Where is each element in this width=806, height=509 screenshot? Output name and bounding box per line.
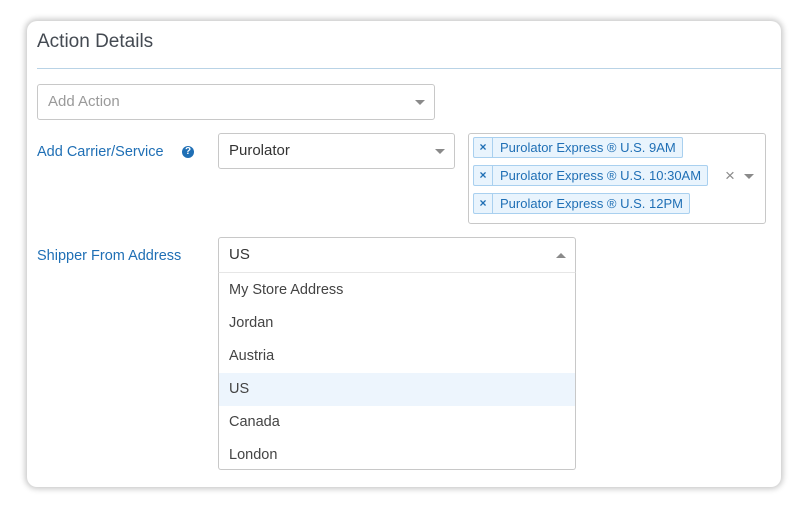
carrier-select[interactable]: Purolator bbox=[218, 133, 455, 169]
service-tag-label: Purolator Express ® U.S. 10:30AM bbox=[500, 168, 702, 183]
dropdown-option[interactable]: London bbox=[219, 439, 575, 472]
dropdown-option[interactable]: Canada bbox=[219, 406, 575, 439]
dropdown-option-selected[interactable]: US bbox=[219, 373, 575, 406]
chevron-down-icon bbox=[415, 100, 425, 105]
action-details-card: Action Details Add Action Add Carrier/Se… bbox=[27, 21, 781, 487]
service-tag: × Purolator Express ® U.S. 10:30AM bbox=[473, 165, 709, 186]
chevron-up-icon bbox=[556, 253, 566, 258]
chevron-down-icon bbox=[435, 149, 445, 154]
add-action-placeholder: Add Action bbox=[48, 93, 120, 110]
service-tag-label: Purolator Express ® U.S. 9AM bbox=[500, 140, 676, 155]
service-tag: × Purolator Express ® U.S. 12PM bbox=[473, 193, 690, 214]
dropdown-option[interactable]: Austria bbox=[219, 340, 575, 373]
chevron-down-icon[interactable] bbox=[744, 174, 754, 179]
tag-remove-icon[interactable]: × bbox=[474, 194, 493, 213]
service-tag-label: Purolator Express ® U.S. 12PM bbox=[500, 196, 683, 211]
carrier-selected-value: Purolator bbox=[229, 142, 290, 159]
add-action-select[interactable]: Add Action bbox=[37, 84, 435, 120]
dropdown-option[interactable]: My Store Address bbox=[219, 274, 575, 307]
title-divider bbox=[37, 68, 781, 69]
question-circle-icon[interactable]: ? bbox=[182, 146, 194, 158]
shipper-address-dropdown: My Store Address Jordan Austria US Canad… bbox=[218, 272, 576, 470]
card-title: Action Details bbox=[37, 31, 154, 52]
dropdown-option[interactable]: Jordan bbox=[219, 307, 575, 340]
clear-all-icon[interactable]: × bbox=[725, 167, 735, 184]
service-tag: × Purolator Express ® U.S. 9AM bbox=[473, 137, 683, 158]
carrier-service-label: Add Carrier/Service bbox=[37, 144, 164, 160]
shipper-address-select[interactable]: US bbox=[218, 237, 576, 273]
tag-remove-icon[interactable]: × bbox=[474, 166, 493, 185]
shipper-from-address-label: Shipper From Address bbox=[37, 248, 182, 264]
tag-remove-icon[interactable]: × bbox=[474, 138, 493, 157]
shipper-selected-value: US bbox=[229, 246, 250, 263]
